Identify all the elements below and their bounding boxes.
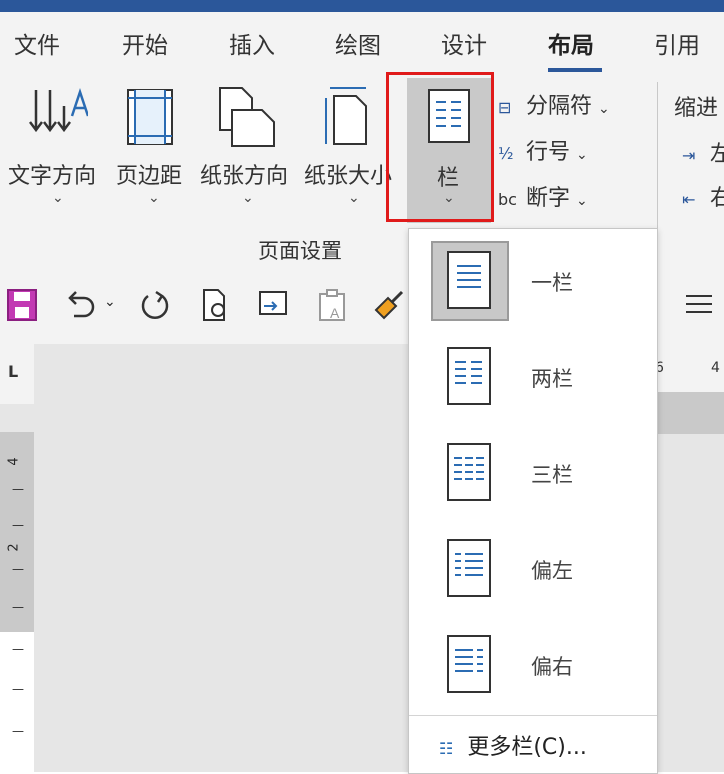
tab-draw[interactable]: 绘图 (335, 26, 381, 60)
chevron-down-icon: ⌄ (148, 190, 160, 206)
text-direction-label: 文字方向 (8, 164, 97, 189)
tab-home[interactable]: 开始 (122, 26, 168, 60)
menu-item-label: 三栏 (531, 463, 573, 487)
align-icon[interactable] (682, 288, 716, 322)
chevron-down-icon[interactable]: ⌄ (104, 294, 116, 310)
chevron-down-icon: ⌄ (576, 193, 588, 209)
tab-insert[interactable]: 插入 (229, 26, 275, 60)
indent-right-icon: ⇤ (682, 189, 696, 209)
ruler-mark: 4 (6, 457, 22, 466)
tab-file[interactable]: 文件 (14, 26, 60, 60)
columns-highlight-frame (386, 72, 494, 222)
ruler-tick: — (12, 682, 24, 696)
menu-item-two-columns[interactable]: 两栏 (409, 329, 657, 425)
format-painter-icon[interactable] (372, 288, 406, 322)
page-setup-group-label: 页面设置 (258, 239, 342, 263)
indent-left-control[interactable]: ⇥ 左 (682, 136, 724, 168)
menu-item-label: 两栏 (531, 367, 573, 391)
text-direction-button[interactable]: 文字方向 ⌄ (4, 72, 108, 222)
tab-references[interactable]: 引用 (654, 26, 700, 60)
left-column-icon (447, 539, 491, 597)
line-numbers-icon: ½ (498, 143, 514, 163)
ruler-tick: — (12, 600, 24, 614)
indent-left-label: 左 (710, 142, 724, 167)
page-size-icon (325, 87, 367, 145)
chevron-down-icon: ⌄ (576, 147, 588, 163)
line-numbers-label: 行号 (526, 140, 571, 165)
hyphenation-button[interactable]: bc 断字 ⌄ (498, 180, 588, 212)
menu-item-one-column[interactable]: 一栏 (409, 233, 657, 329)
orientation-label: 纸张方向 (200, 164, 289, 189)
page-size-label: 纸张大小 (304, 164, 393, 189)
menu-item-label: 偏右 (531, 655, 573, 679)
text-direction-icon (29, 88, 88, 133)
more-columns-icon: ☷ (439, 739, 454, 758)
breaks-icon: ⊟ (498, 97, 512, 117)
ruler-tick: — (12, 642, 24, 656)
orientation-icon (219, 87, 275, 147)
undo-icon[interactable] (62, 288, 96, 322)
chevron-down-icon: ⌄ (52, 190, 64, 206)
menu-item-right[interactable]: 偏右 (409, 617, 657, 713)
tab-layout[interactable]: 布局 (548, 26, 594, 60)
menu-item-label: 一栏 (531, 271, 573, 295)
paste-icon[interactable]: A (316, 288, 350, 322)
tab-selector[interactable]: L (0, 344, 34, 404)
one-column-icon (447, 251, 491, 309)
three-columns-icon (447, 443, 491, 501)
ruler-page-area: — — — (0, 632, 34, 772)
more-columns-button[interactable]: ☷ 更多栏(C)... (439, 729, 587, 761)
columns-dropdown-menu: 一栏 两栏 三栏 偏左 偏右 ☷ 更多栏(C)... (408, 228, 658, 774)
chevron-down-icon: ⌄ (598, 101, 610, 117)
ruler-tick: — (12, 518, 24, 532)
redo-icon[interactable] (138, 288, 172, 322)
breaks-button[interactable]: ⊟ 分隔符 ⌄ (498, 88, 610, 120)
margins-label: 页边距 (116, 164, 183, 189)
ruler-tick: — (12, 562, 24, 576)
vertical-ruler[interactable]: 4 — — 2 — — — — — (0, 432, 34, 772)
ruler-margin (655, 392, 724, 434)
breaks-label: 分隔符 (526, 94, 593, 119)
margins-button[interactable]: 页边距 ⌄ (114, 72, 194, 222)
tab-stop-label: L (8, 362, 19, 381)
ruler-tick: — (12, 482, 24, 496)
title-bar-strip (0, 0, 724, 12)
indent-label: 缩进 (674, 96, 719, 121)
ruler-mark: 4 (711, 360, 720, 376)
more-columns-label: 更多栏(C)... (467, 735, 587, 760)
right-column-icon (447, 635, 491, 693)
screen-icon[interactable] (256, 288, 290, 322)
ribbon-tabs: 文件 开始 插入 绘图 设计 布局 引用 (0, 12, 724, 72)
menu-separator (409, 715, 657, 716)
menu-item-three-columns[interactable]: 三栏 (409, 425, 657, 521)
save-icon[interactable] (6, 288, 40, 322)
chevron-down-icon: ⌄ (242, 190, 254, 206)
svg-text:A: A (330, 305, 340, 321)
ruler-mark: 2 (6, 543, 22, 552)
horizontal-ruler[interactable]: 6 4 (655, 344, 724, 434)
menu-item-label: 偏左 (531, 559, 573, 583)
two-columns-icon (447, 347, 491, 405)
hyphenation-label: 断字 (526, 186, 571, 211)
ruler-tick: — (12, 724, 24, 738)
menu-item-left[interactable]: 偏左 (409, 521, 657, 617)
tab-design[interactable]: 设计 (441, 26, 487, 60)
line-numbers-button[interactable]: ½ 行号 ⌄ (498, 134, 588, 166)
group-separator (657, 82, 658, 252)
indent-right-label: 右 (710, 186, 724, 211)
chevron-down-icon: ⌄ (348, 190, 360, 206)
margins-icon (127, 89, 173, 145)
indent-right-control[interactable]: ⇤ 右 (682, 180, 724, 212)
page-size-button[interactable]: 纸张大小 ⌄ (302, 72, 398, 222)
print-preview-icon[interactable] (198, 288, 232, 322)
hyphenation-icon: bc (498, 189, 517, 209)
orientation-button[interactable]: 纸张方向 ⌄ (196, 72, 296, 222)
indent-left-icon: ⇥ (682, 145, 696, 165)
